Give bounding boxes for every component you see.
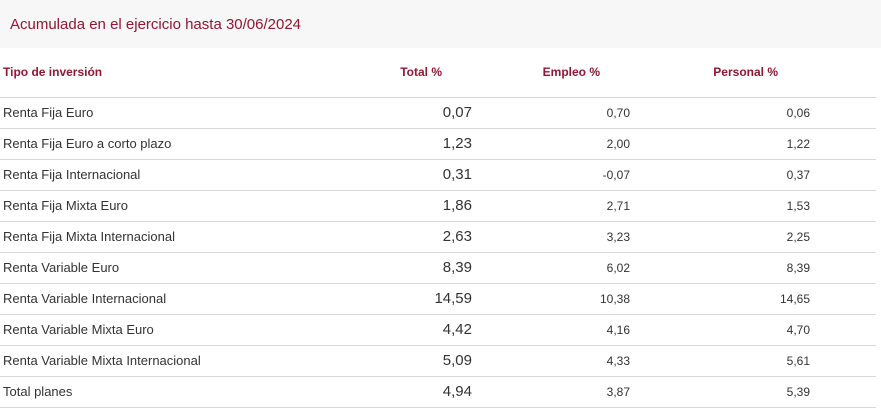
empleo-value: 0,70: [480, 97, 638, 128]
empleo-value: 3,23: [480, 221, 638, 252]
returns-panel: Acumulada en el ejercicio hasta 30/06/20…: [0, 0, 881, 408]
table-row: Renta Fija Euro 0,07 0,70 0,06: [0, 97, 876, 128]
table-row: Renta Variable Internacional 14,59 10,38…: [0, 283, 876, 314]
personal-value: 5,61: [638, 345, 876, 376]
row-label: Renta Variable Internacional: [0, 283, 315, 314]
empleo-value: 2,71: [480, 190, 638, 221]
empleo-value: -0,07: [480, 159, 638, 190]
empleo-value: 6,02: [480, 252, 638, 283]
total-value: 4,42: [315, 314, 480, 345]
total-value: 1,23: [315, 128, 480, 159]
row-label: Renta Fija Internacional: [0, 159, 315, 190]
row-label: Total planes: [0, 376, 315, 407]
total-value: 8,39: [315, 252, 480, 283]
personal-value: 0,37: [638, 159, 876, 190]
row-label: Renta Fija Mixta Internacional: [0, 221, 315, 252]
personal-value: 2,25: [638, 221, 876, 252]
table-row-total: Total planes 4,94 3,87 5,39: [0, 376, 876, 407]
row-label: Renta Fija Euro a corto plazo: [0, 128, 315, 159]
empleo-value: 4,16: [480, 314, 638, 345]
table-row: Renta Variable Mixta Internacional 5,09 …: [0, 345, 876, 376]
table-row: Renta Fija Mixta Euro 1,86 2,71 1,53: [0, 190, 876, 221]
personal-value: 14,65: [638, 283, 876, 314]
personal-value: 0,06: [638, 97, 876, 128]
row-label: Renta Variable Euro: [0, 252, 315, 283]
total-value: 4,94: [315, 376, 480, 407]
page-title: Acumulada en el ejercicio hasta 30/06/20…: [10, 16, 301, 33]
table-row: Renta Fija Euro a corto plazo 1,23 2,00 …: [0, 128, 876, 159]
empleo-value: 3,87: [480, 376, 638, 407]
total-value: 0,07: [315, 97, 480, 128]
returns-table: Tipo de inversión Total % Empleo % Perso…: [0, 48, 876, 408]
table-row: Renta Fija Mixta Internacional 2,63 3,23…: [0, 221, 876, 252]
table-header-row: Tipo de inversión Total % Empleo % Perso…: [0, 48, 876, 97]
total-value: 0,31: [315, 159, 480, 190]
title-band: Acumulada en el ejercicio hasta 30/06/20…: [0, 0, 881, 48]
personal-value: 1,53: [638, 190, 876, 221]
total-value: 14,59: [315, 283, 480, 314]
row-label: Renta Fija Euro: [0, 97, 315, 128]
personal-value: 8,39: [638, 252, 876, 283]
empleo-value: 4,33: [480, 345, 638, 376]
col-header-total: Total %: [315, 48, 480, 97]
empleo-value: 10,38: [480, 283, 638, 314]
table-row: Renta Fija Internacional 0,31 -0,07 0,37: [0, 159, 876, 190]
total-value: 1,86: [315, 190, 480, 221]
col-header-tipo-de-inversion: Tipo de inversión: [0, 48, 315, 97]
row-label: Renta Variable Mixta Internacional: [0, 345, 315, 376]
col-header-personal: Personal %: [638, 48, 876, 97]
total-value: 2,63: [315, 221, 480, 252]
personal-value: 4,70: [638, 314, 876, 345]
table-row: Renta Variable Euro 8,39 6,02 8,39: [0, 252, 876, 283]
personal-value: 1,22: [638, 128, 876, 159]
row-label: Renta Fija Mixta Euro: [0, 190, 315, 221]
personal-value: 5,39: [638, 376, 876, 407]
total-value: 5,09: [315, 345, 480, 376]
table-row: Renta Variable Mixta Euro 4,42 4,16 4,70: [0, 314, 876, 345]
col-header-empleo: Empleo %: [480, 48, 638, 97]
row-label: Renta Variable Mixta Euro: [0, 314, 315, 345]
empleo-value: 2,00: [480, 128, 638, 159]
